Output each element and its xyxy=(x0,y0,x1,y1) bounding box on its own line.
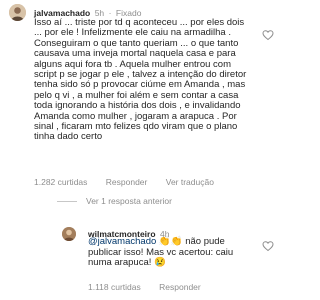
reply-text: @jalvamachado 👏👏 não pude publicar isso!… xyxy=(88,236,256,269)
avatar[interactable] xyxy=(62,227,76,241)
mention-link[interactable]: @jalvamachado xyxy=(88,236,156,247)
reply-actions: 1.118 curtidas Responder xyxy=(88,282,217,292)
see-translation-button[interactable]: Ver tradução xyxy=(166,177,214,187)
reply-button[interactable]: Responder xyxy=(159,282,201,292)
comment-actions: 1.282 curtidas Responder Ver tradução xyxy=(34,177,230,187)
comment-text: Isso aí ... triste por td q aconteceu ..… xyxy=(34,17,247,143)
heart-icon[interactable] xyxy=(262,240,274,252)
view-previous-replies[interactable]: Ver 1 resposta anterior xyxy=(57,196,172,206)
crying-face-emoji: 😢 xyxy=(154,257,166,269)
reply-button[interactable]: Responder xyxy=(106,177,148,187)
likes-count[interactable]: 1.118 curtidas xyxy=(88,282,141,292)
heart-icon[interactable] xyxy=(262,29,274,41)
likes-count[interactable]: 1.282 curtidas xyxy=(34,177,87,187)
view-previous-replies-label[interactable]: Ver 1 resposta anterior xyxy=(86,196,172,206)
divider-line xyxy=(57,200,77,202)
avatar[interactable] xyxy=(9,4,26,21)
